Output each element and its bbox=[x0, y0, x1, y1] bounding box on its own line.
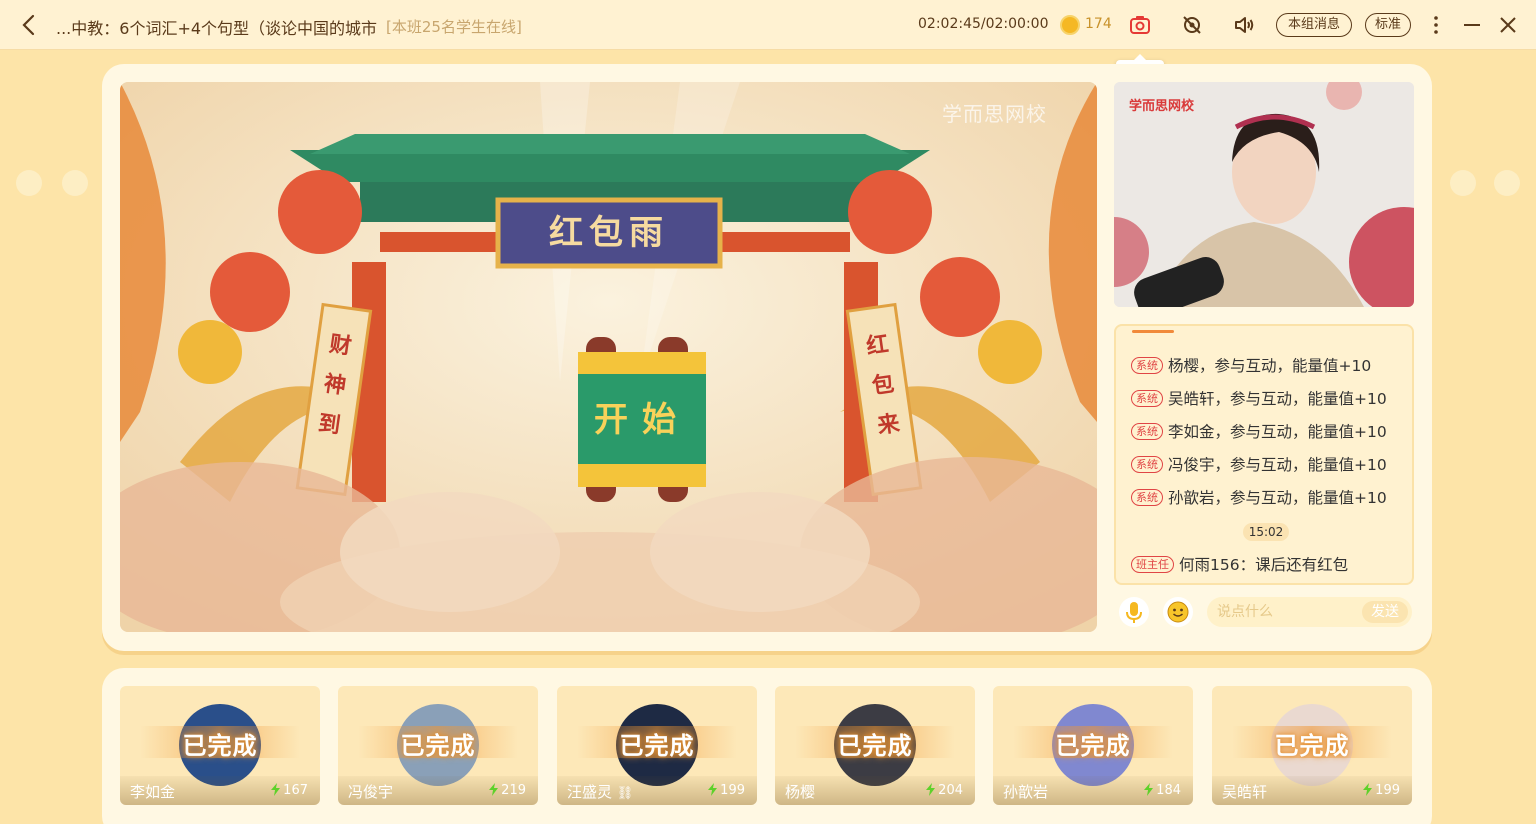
chat-message-text: 杨樱，参与互动，能量值+10 bbox=[1168, 357, 1372, 375]
student-card[interactable]: 已完成 杨樱 204 bbox=[775, 686, 975, 805]
speaker-icon[interactable] bbox=[1232, 13, 1256, 37]
student-card[interactable]: 已完成 李如金 167 bbox=[120, 686, 320, 805]
camera-icon[interactable] bbox=[1128, 13, 1152, 37]
system-badge: 系统 bbox=[1131, 357, 1163, 374]
completed-label: 已完成 bbox=[557, 726, 757, 760]
energy-score: 199 bbox=[1363, 783, 1400, 798]
student-name: 李如金 bbox=[130, 783, 176, 801]
chat-timestamp: 15:02 bbox=[1243, 523, 1289, 541]
disconnected-icon: ⛓ bbox=[616, 786, 634, 801]
coin-count: 174 bbox=[1085, 16, 1112, 32]
completed-label: 已完成 bbox=[120, 726, 320, 760]
close-icon[interactable] bbox=[1496, 13, 1520, 37]
chat-message-text: 冯俊宇，参与互动，能量值+10 bbox=[1168, 456, 1387, 474]
student-name: 吴皓轩 bbox=[1222, 783, 1268, 801]
background-dot bbox=[1450, 170, 1476, 196]
student-name: 孙歆岩 bbox=[1003, 783, 1049, 801]
chat-message-teacher: 班主任 何雨156：课后还有红包 bbox=[1131, 553, 1348, 575]
student-name: 杨樱 bbox=[785, 783, 816, 801]
chat-message: 系统 孙歆岩，参与互动，能量值+10 bbox=[1131, 486, 1387, 508]
plaque-text: 红包雨 bbox=[549, 213, 669, 253]
energy-icon bbox=[1363, 783, 1373, 796]
energy-value: 204 bbox=[938, 783, 963, 798]
courseware-stage[interactable] bbox=[120, 82, 1097, 632]
top-bar: ...中教：6个词汇+4个句型（谈论中国的城市 [本班25名学生在线] 02:0… bbox=[0, 0, 1536, 50]
start-button[interactable]: 开始 bbox=[578, 392, 706, 441]
energy-value: 199 bbox=[720, 783, 745, 798]
completed-label: 已完成 bbox=[775, 726, 975, 760]
teacher-video-logo: 学而思网校 bbox=[1129, 99, 1195, 114]
completed-label: 已完成 bbox=[338, 726, 538, 760]
energy-value: 184 bbox=[1156, 783, 1181, 798]
student-name: 冯俊宇 bbox=[348, 783, 394, 801]
more-icon[interactable] bbox=[1424, 13, 1448, 37]
red-envelope-rain-scene bbox=[120, 82, 1097, 632]
energy-score: 167 bbox=[271, 783, 308, 798]
back-icon[interactable] bbox=[18, 12, 40, 38]
energy-icon bbox=[708, 783, 718, 796]
quality-button[interactable]: 标准 bbox=[1365, 13, 1411, 37]
chat-tab-indicator bbox=[1132, 330, 1174, 333]
student-card[interactable]: 已完成 汪盛灵 ⛓ 199 bbox=[557, 686, 757, 805]
system-badge: 系统 bbox=[1131, 390, 1163, 407]
energy-score: 184 bbox=[1144, 783, 1181, 798]
chat-message-text: 孙歆岩，参与互动，能量值+10 bbox=[1168, 489, 1387, 507]
microphone-icon[interactable] bbox=[1119, 597, 1149, 627]
student-name-text: 汪盛灵 bbox=[567, 783, 613, 801]
coin-icon bbox=[1060, 15, 1080, 35]
group-message-button[interactable]: 本组消息 bbox=[1276, 13, 1352, 37]
background-dot bbox=[16, 170, 42, 196]
chat-message-text: 李如金，参与互动，能量值+10 bbox=[1168, 423, 1387, 441]
system-badge: 系统 bbox=[1131, 423, 1163, 440]
chat-message: 系统 李如金，参与互动，能量值+10 bbox=[1131, 420, 1387, 442]
emoji-icon[interactable] bbox=[1163, 597, 1193, 627]
send-button[interactable]: 发送 bbox=[1362, 601, 1408, 623]
energy-icon bbox=[489, 783, 499, 796]
student-card[interactable]: 已完成 孙歆岩 184 bbox=[993, 686, 1193, 805]
energy-score: 204 bbox=[926, 783, 963, 798]
head-teacher-badge: 班主任 bbox=[1131, 556, 1174, 573]
energy-score: 219 bbox=[489, 783, 526, 798]
online-count: [本班25名学生在线] bbox=[386, 18, 522, 36]
student-card[interactable]: 已完成 吴皓轩 199 bbox=[1212, 686, 1412, 805]
student-card[interactable]: 已完成 冯俊宇 219 bbox=[338, 686, 538, 805]
teacher-video-frame bbox=[1114, 82, 1414, 307]
chat-panel: 系统 杨樱，参与互动，能量值+10 系统 吴皓轩，参与互动，能量值+10 系统 李如金… bbox=[1114, 324, 1414, 585]
camera-off-icon[interactable] bbox=[1180, 13, 1204, 37]
energy-icon bbox=[271, 783, 281, 796]
watermark-logo: 学而思网校 bbox=[942, 102, 1047, 126]
chat-message: 系统 冯俊宇，参与互动，能量值+10 bbox=[1131, 453, 1387, 475]
chat-message-text: 何雨156：课后还有红包 bbox=[1179, 556, 1349, 574]
energy-icon bbox=[1144, 783, 1154, 796]
background-dot bbox=[62, 170, 88, 196]
student-name: 汪盛灵 ⛓ bbox=[567, 781, 633, 802]
chat-message-text: 吴皓轩，参与互动，能量值+10 bbox=[1168, 390, 1387, 408]
background-dot bbox=[1494, 170, 1520, 196]
system-badge: 系统 bbox=[1131, 489, 1163, 506]
completed-label: 已完成 bbox=[1212, 726, 1412, 760]
lesson-title: ...中教：6个词汇+4个句型（谈论中国的城市 bbox=[56, 19, 378, 38]
class-timer: 02:02:45/02:00:00 bbox=[918, 16, 1049, 32]
energy-value: 167 bbox=[283, 783, 308, 798]
minimize-icon[interactable] bbox=[1460, 13, 1484, 37]
system-badge: 系统 bbox=[1131, 456, 1163, 473]
energy-value: 199 bbox=[1375, 783, 1400, 798]
completed-label: 已完成 bbox=[993, 726, 1193, 760]
energy-score: 199 bbox=[708, 783, 745, 798]
chat-message: 系统 杨樱，参与互动，能量值+10 bbox=[1131, 354, 1371, 376]
teacher-video bbox=[1114, 82, 1414, 307]
chat-message: 系统 吴皓轩，参与互动，能量值+10 bbox=[1131, 387, 1387, 409]
energy-value: 219 bbox=[501, 783, 526, 798]
energy-icon bbox=[926, 783, 936, 796]
